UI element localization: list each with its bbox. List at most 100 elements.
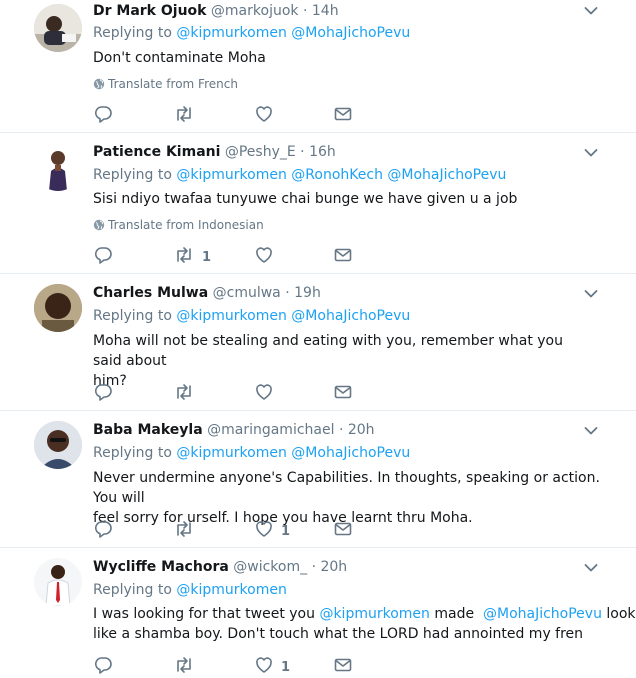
reply-button[interactable] (93, 245, 113, 265)
reply-mention[interactable]: @kipmurkomen (176, 25, 286, 41)
chevron-down-icon[interactable] (584, 563, 598, 573)
retweet-icon (173, 382, 195, 402)
retweet-button[interactable] (173, 104, 202, 124)
heart-icon (254, 104, 274, 124)
tweet-text-segment: look (601, 606, 636, 622)
heart-icon (254, 382, 274, 402)
retweet-button[interactable]: 1 (173, 245, 211, 265)
author-name[interactable]: Wycliffe Machora (93, 559, 229, 575)
envelope-icon (333, 519, 353, 539)
tweet-actions: 1 (93, 245, 363, 265)
retweet-icon (173, 104, 195, 124)
retweet-button[interactable] (173, 655, 202, 675)
separator: · (338, 422, 344, 438)
author-handle[interactable]: @markojuok (211, 3, 299, 19)
globe-icon (93, 219, 105, 231)
translate-label[interactable]: Translate from Indonesian (108, 218, 264, 232)
reply-mention[interactable]: @kipmurkomen (176, 445, 286, 461)
tweet-actions: 1 (93, 519, 363, 539)
avatar[interactable] (34, 558, 82, 606)
reply-button[interactable] (93, 655, 113, 675)
chevron-down-icon[interactable] (584, 148, 598, 158)
tweet-header: Charles Mulwa @cmulwa · 19h (93, 283, 321, 303)
avatar[interactable] (34, 4, 82, 52)
reply-mention[interactable]: @MohaJichoPevu (387, 167, 506, 183)
reply-icon (93, 655, 113, 675)
envelope-icon (333, 382, 353, 402)
tweet-text-segment: I was looking for that tweet you (93, 606, 320, 622)
like-button[interactable]: 1 (254, 655, 290, 675)
avatar[interactable] (34, 284, 82, 332)
reply-mention[interactable]: @MohaJichoPevu (291, 25, 410, 41)
tweet-time[interactable]: 20h (348, 422, 375, 438)
envelope-icon (333, 655, 353, 675)
retweet-icon (173, 245, 195, 265)
like-button[interactable]: 1 (254, 519, 290, 539)
tweet-text: Sisi ndiyo twafaa tunyuwe chai bunge we … (93, 191, 518, 207)
retweet-button[interactable] (173, 519, 202, 539)
tweet-text-line: Moha will not be stealing and eating wit… (93, 333, 563, 369)
avatar[interactable] (34, 143, 82, 191)
dm-button[interactable] (333, 655, 353, 675)
separator: · (311, 559, 317, 575)
reply-mention[interactable]: @MohaJichoPevu (291, 308, 410, 324)
translate-link[interactable]: Translate from Indonesian (93, 217, 264, 233)
reply-mention[interactable]: @MohaJichoPevu (291, 445, 410, 461)
tweet-item[interactable]: Wycliffe Machora @wickom_ · 20h Replying… (0, 548, 636, 675)
tweet-time[interactable]: 16h (309, 144, 336, 160)
chevron-down-icon[interactable] (584, 6, 598, 16)
author-name[interactable]: Patience Kimani (93, 144, 220, 160)
like-button[interactable] (254, 104, 281, 124)
tweet-time[interactable]: 14h (312, 3, 339, 19)
tweet-header: Patience Kimani @Peshy_E · 16h (93, 142, 336, 162)
author-name[interactable]: Charles Mulwa (93, 285, 208, 301)
reply-mention[interactable]: @RonohKech (291, 167, 383, 183)
author-handle[interactable]: @wickom_ (233, 559, 307, 575)
author-handle[interactable]: @maringamichael (207, 422, 334, 438)
reply-mention[interactable]: @kipmurkomen (176, 308, 286, 324)
tweet-header: Dr Mark Ojuok @markojuok · 14h (93, 1, 339, 21)
chevron-down-icon[interactable] (584, 289, 598, 299)
tweet-actions: 1 (93, 655, 363, 675)
tweet-header: Wycliffe Machora @wickom_ · 20h (93, 557, 347, 577)
reply-button[interactable] (93, 519, 113, 539)
tweet-mention[interactable]: @kipmurkomen (319, 606, 429, 622)
tweet-actions (93, 382, 363, 402)
envelope-icon (333, 245, 353, 265)
replying-to: Replying to @kipmurkomen @MohaJichoPevu (93, 306, 410, 326)
reply-button[interactable] (93, 104, 113, 124)
heart-icon (254, 519, 274, 539)
dm-button[interactable] (333, 245, 353, 265)
reply-icon (93, 104, 113, 124)
like-button[interactable] (254, 245, 281, 265)
dm-button[interactable] (333, 519, 353, 539)
tweet-item[interactable]: Charles Mulwa @cmulwa · 19h Replying to … (0, 274, 636, 411)
reply-mention[interactable]: @kipmurkomen (176, 167, 286, 183)
translate-link[interactable]: Translate from French (93, 76, 238, 92)
author-name[interactable]: Dr Mark Ojuok (93, 3, 206, 19)
separator: · (285, 285, 290, 301)
dm-button[interactable] (333, 104, 353, 124)
dm-button[interactable] (333, 382, 353, 402)
tweet-time[interactable]: 20h (320, 559, 347, 575)
chevron-down-icon[interactable] (584, 426, 598, 436)
retweet-button[interactable] (173, 382, 202, 402)
tweet-mention[interactable]: @MohaJichoPevu (483, 606, 602, 622)
author-handle[interactable]: @cmulwa (213, 285, 281, 301)
retweet-icon (173, 519, 195, 539)
tweet-item[interactable]: Dr Mark Ojuok @markojuok · 14h Replying … (0, 0, 636, 133)
tweet-item[interactable]: Baba Makeyla @maringamichael · 20h Reply… (0, 411, 636, 548)
tweet-time[interactable]: 19h (294, 285, 321, 301)
like-button[interactable] (254, 382, 281, 402)
tweet-item[interactable]: Patience Kimani @Peshy_E · 16h Replying … (0, 133, 636, 274)
replying-to: Replying to @kipmurkomen (93, 580, 287, 600)
reply-button[interactable] (93, 382, 113, 402)
replying-to: Replying to @kipmurkomen @MohaJichoPevu (93, 23, 410, 43)
translate-label[interactable]: Translate from French (108, 77, 238, 91)
author-handle[interactable]: @Peshy_E (225, 144, 296, 160)
replying-to-label: Replying to (93, 445, 172, 461)
author-name[interactable]: Baba Makeyla (93, 422, 203, 438)
heart-icon (254, 245, 274, 265)
reply-mention[interactable]: @kipmurkomen (176, 582, 286, 598)
avatar[interactable] (34, 421, 82, 469)
